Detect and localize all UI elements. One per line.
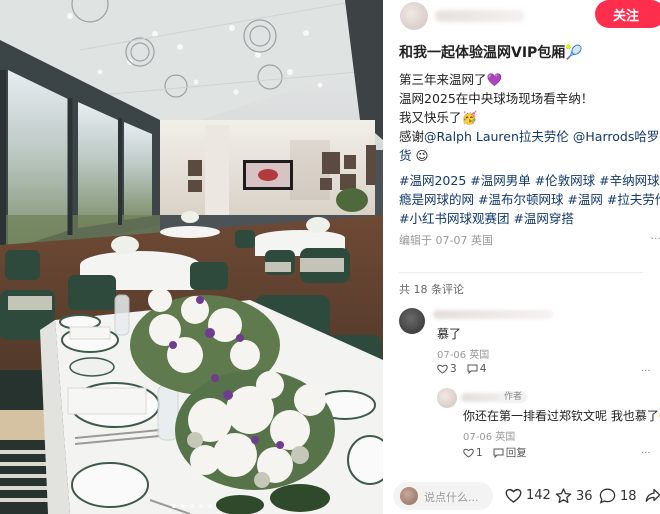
reply-bubble-icon [493, 448, 504, 458]
post-meta: 编辑于 07-07 英国 ··· [399, 232, 660, 248]
post-title: 和我一起体验温网VIP包厢🎾 [399, 45, 583, 61]
hashtag-line[interactable]: 瘾是网球的网 #温布尔顿网球 #温网 #拉夫劳伦 [399, 190, 660, 209]
heart-icon [437, 364, 448, 374]
post-body-line: 第三年来温网了💜 [399, 72, 503, 87]
carousel-dot[interactable] [171, 504, 176, 508]
follow-button[interactable]: 关注 [595, 0, 660, 28]
comment-reply-count: 4 [479, 363, 487, 375]
more-options-icon[interactable]: ··· [651, 232, 660, 248]
comment-input-placeholder: 说点什么... [424, 491, 479, 504]
reply-reply-label: 回复 [505, 447, 527, 459]
comment-reply-button[interactable]: 4 [467, 363, 487, 375]
comment-input[interactable]: 说点什么... [393, 482, 493, 510]
interaction-bar: 说点什么... 142 36 18 [383, 478, 660, 514]
share-icon [645, 488, 660, 502]
post-detail-panel: 关注 和我一起体验温网VIP包厢🎾 第三年来温网了💜 温网2025在中央球场现场… [383, 0, 660, 514]
author-badge: 作者 [499, 391, 528, 403]
post-body: 第三年来温网了💜 温网2025在中央球场现场看辛纳！ 我又快乐了🥳 感谢@Ral… [399, 70, 660, 165]
carousel-dot[interactable] [180, 504, 185, 508]
comment-actions: 3 4 [437, 363, 486, 375]
post-body-line: 货 😉 [399, 146, 660, 165]
my-avatar [400, 487, 418, 505]
reply-text: 你还在第一排看过郑钦文呢 我也慕了🥲 [463, 409, 660, 423]
reply-reply-button[interactable]: 回复 [493, 445, 527, 460]
wink-emoji: 😉 [415, 148, 429, 163]
comment-meta: 07-06 英国 [437, 350, 490, 361]
post-body-line: 温网2025在中央球场现场看辛纳！ [399, 91, 594, 106]
reply-like-button[interactable]: 1 [463, 445, 483, 460]
like-button[interactable]: 142 [505, 488, 551, 503]
mention-ralph-lauren[interactable]: @Ralph Lauren拉夫劳伦 [424, 129, 569, 144]
commenter-name-blurred[interactable] [433, 310, 553, 319]
reply-like-count: 1 [476, 446, 483, 459]
comment-text: 慕了 [437, 327, 462, 341]
hashtags: #温网2025 #温网男单 #伦敦网球 #辛纳网球 #网 瘾是网球的网 #温布尔… [399, 171, 660, 228]
carousel-dot[interactable] [198, 504, 203, 508]
comment-button[interactable]: 18 [599, 488, 637, 504]
comment-total: 18 [620, 488, 637, 504]
heart-icon [505, 488, 522, 503]
divider [399, 272, 643, 273]
author-name-blurred[interactable] [435, 10, 525, 22]
heart-icon [463, 448, 474, 458]
post-thanks-line: 感谢@Ralph Lauren拉夫劳伦 @Harrods哈罗德百 [399, 127, 660, 146]
hashtag-line[interactable]: #小红书网球观赛团 #温网穿搭 [399, 209, 660, 228]
post-edit-date: 编辑于 07-07 英国 [399, 234, 493, 247]
mention-harrods[interactable]: @Harrods哈罗德百 [573, 129, 660, 144]
mention-harrods-tail[interactable]: 货 [399, 148, 412, 163]
collect-button[interactable]: 36 [555, 488, 593, 504]
author-reply-avatar[interactable] [437, 388, 457, 408]
reply-actions: 1 回复 [463, 445, 527, 460]
carousel-dot[interactable] [189, 504, 194, 508]
author-avatar[interactable] [400, 2, 428, 30]
reply-bubble-icon [467, 364, 478, 374]
thanks-prefix: 感谢 [399, 129, 425, 144]
comment-more-icon[interactable]: ··· [641, 366, 651, 377]
post-content: 和我一起体验温网VIP包厢🎾 第三年来温网了💜 温网2025在中央球场现场看辛纳… [399, 42, 660, 248]
comment-like-count: 3 [450, 363, 457, 375]
collect-count: 36 [576, 488, 593, 504]
comment-item: 慕了 07-06 英国 3 4 ··· [383, 300, 660, 380]
carousel-indicator [0, 504, 383, 508]
comment-count: 共 18 条评论 [399, 283, 464, 296]
share-button[interactable] [645, 488, 660, 503]
post-photo[interactable] [0, 0, 383, 514]
commenter-avatar[interactable] [399, 308, 425, 334]
carousel-dot[interactable] [207, 504, 212, 508]
post-body-line: 我又快乐了🥳 [399, 110, 478, 125]
comment-like-button[interactable]: 3 [437, 363, 457, 375]
hashtag-line[interactable]: #温网2025 #温网男单 #伦敦网球 #辛纳网球 #网 [399, 171, 660, 190]
author-bar: 关注 [383, 0, 660, 32]
like-count: 142 [526, 488, 551, 503]
comment-bubble-icon [599, 488, 616, 504]
reply-more-icon[interactable]: ··· [641, 448, 651, 459]
photo-scene [0, 0, 383, 514]
star-icon [555, 488, 572, 504]
reply-item: 作者 你还在第一排看过郑钦文呢 我也慕了🥲 07-06 英国 1 回复 ··· [383, 384, 660, 464]
reply-meta: 07-06 英国 [463, 432, 516, 443]
